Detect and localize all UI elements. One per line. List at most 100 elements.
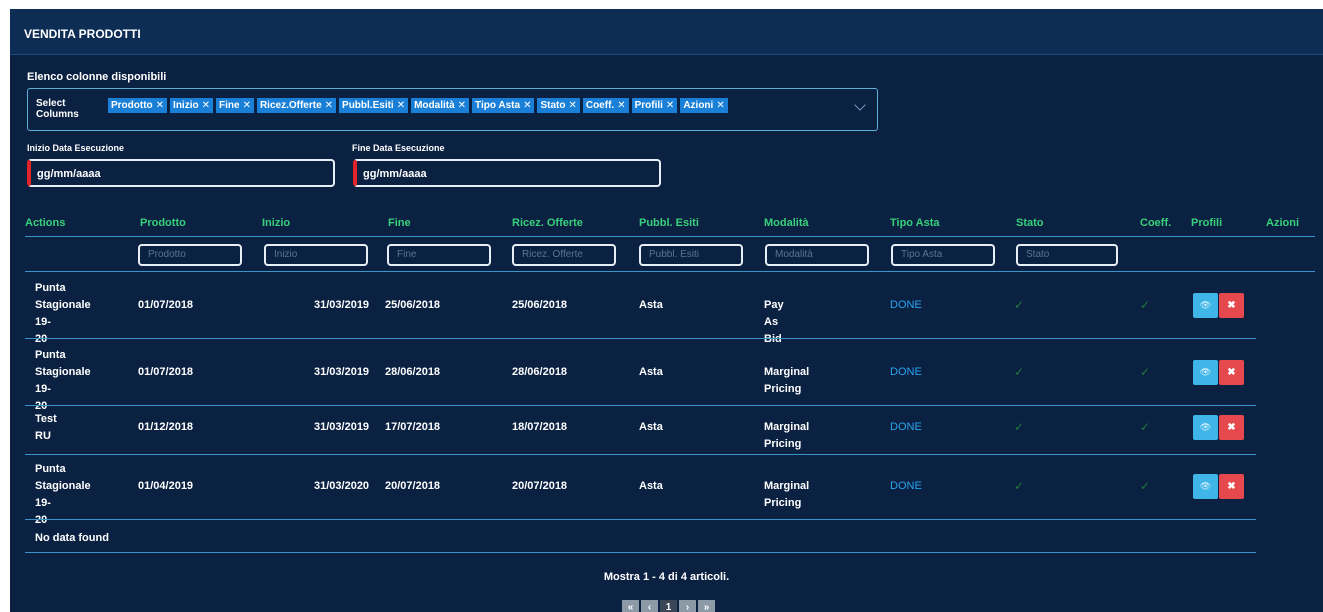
column-header[interactable]: Fine (388, 217, 411, 229)
prev-page-button[interactable]: ‹ (641, 600, 658, 612)
row-name-line: RU (35, 430, 51, 442)
row-name-line: Test (35, 413, 57, 425)
column-filter-input[interactable]: Modalità (765, 244, 869, 266)
column-tag[interactable]: Ricez.Offerte ✕ (256, 98, 337, 113)
close-icon[interactable]: ✕ (243, 100, 251, 111)
delete-icon[interactable]: ✖ (1219, 359, 1244, 385)
close-icon[interactable]: ✕ (666, 100, 674, 111)
close-icon[interactable]: ✕ (397, 100, 405, 111)
status-done: DONE (890, 479, 922, 492)
columns-multiselect[interactable]: Select Columns Prodotto ✕ Inizio ✕ Fine ✕ Rice… (27, 88, 878, 131)
column-header[interactable]: Azioni (1266, 217, 1299, 229)
column-filter-input[interactable]: Pubbl. Esiti (639, 244, 743, 266)
close-icon[interactable]: ✕ (716, 100, 724, 111)
column-header[interactable]: Actions (25, 217, 65, 229)
row-divider (25, 405, 1256, 406)
selected-column-tags: Prodotto ✕ Inizio ✕ Fine ✕ Ricez.Offerte ✕ Pubbl… (108, 98, 728, 113)
cell-ricez: 28/06/2018 (512, 365, 568, 378)
row-name-line: Punta (35, 349, 66, 361)
cell-modalita: Marginal Pricing (764, 479, 810, 509)
current-page-button[interactable]: 1 (660, 600, 677, 612)
column-tag[interactable]: Tipo Asta ✕ (472, 98, 535, 113)
eye-icon[interactable]: 👁 (1193, 473, 1218, 499)
close-icon[interactable]: ✕ (523, 100, 531, 111)
row-name-line: Stagionale 19- (35, 480, 91, 509)
column-tag[interactable]: Inizio ✕ (170, 98, 213, 113)
pagination-summary: Mostra 1 - 4 di 4 articoli. (603, 571, 730, 583)
cell-prodotto: 01/12/2018 (138, 421, 194, 433)
eye-icon[interactable]: 👁 (1193, 359, 1218, 385)
column-tag[interactable]: Pubbl.Esiti ✕ (339, 98, 409, 113)
column-header[interactable]: Coeff. (1140, 217, 1171, 229)
column-tag-label: Fine (219, 100, 240, 111)
delete-icon[interactable]: ✖ (1219, 292, 1244, 318)
column-header[interactable]: Pubbl. Esiti (639, 217, 699, 229)
column-filter-input[interactable]: Inizio (264, 244, 368, 266)
column-tag[interactable]: Azioni ✕ (680, 98, 728, 113)
main-panel: VENDITA PRODOTTI Elenco colonne disponib… (10, 9, 1323, 612)
column-filter-input[interactable]: Ricez. Offerte (512, 244, 616, 266)
first-page-button[interactable]: « (622, 600, 639, 612)
column-header[interactable]: Stato (1016, 217, 1044, 229)
end-date-label: Fine Data Esecuzione (352, 143, 445, 153)
close-icon[interactable]: ✕ (458, 100, 466, 111)
column-tag[interactable]: Fine ✕ (216, 98, 254, 113)
column-tag[interactable]: Stato ✕ (537, 98, 580, 113)
column-filter-input[interactable]: Tipo Asta (891, 244, 995, 266)
cell-pubbl: Asta (639, 421, 663, 433)
cell-inizio: 31/03/2019 (314, 421, 370, 433)
delete-icon[interactable]: ✖ (1219, 415, 1244, 440)
row-name-line: Stagionale 19- (35, 366, 91, 395)
column-tag-label: Tipo Asta (475, 100, 521, 111)
page-title: VENDITA PRODOTTI (24, 27, 141, 41)
column-filter-input[interactable]: Fine (387, 244, 491, 266)
close-icon[interactable]: ✕ (325, 100, 333, 111)
header-divider (25, 236, 1315, 237)
column-header[interactable]: Prodotto (140, 217, 186, 229)
close-icon[interactable]: ✕ (156, 100, 164, 111)
pagination: « ‹ 1 › » (622, 600, 715, 612)
filter-divider (25, 271, 1315, 272)
start-date-input[interactable]: gg/mm/aaaa (27, 159, 335, 187)
panel-header: VENDITA PRODOTTI (10, 9, 1323, 55)
check-icon: ✓ (1014, 420, 1025, 434)
column-tag[interactable]: Coeff. ✕ (582, 98, 629, 113)
cell-fine: 20/07/2018 (385, 479, 441, 492)
select-columns-label: Select Columns (36, 98, 79, 120)
close-icon[interactable]: ✕ (568, 100, 576, 111)
column-tag-label: Modalità (414, 100, 455, 111)
close-icon[interactable]: ✕ (617, 100, 625, 111)
column-tag-label: Profili (634, 100, 663, 111)
end-date-input[interactable]: gg/mm/aaaa (353, 159, 661, 187)
cell-ricez: 18/07/2018 (512, 421, 568, 433)
row-name-line: 20 (35, 333, 48, 345)
row-divider (25, 519, 1256, 520)
last-page-button[interactable]: » (698, 600, 715, 612)
column-tag[interactable]: Prodotto ✕ (108, 98, 168, 113)
row-name-line: Punta (35, 463, 66, 475)
cell-inizio: 31/03/2020 (314, 479, 370, 492)
chevron-down-icon[interactable] (854, 99, 866, 111)
delete-icon[interactable]: ✖ (1219, 473, 1244, 499)
column-tag[interactable]: Profili ✕ (631, 98, 678, 113)
cell-pubbl: Asta (639, 365, 663, 378)
column-tag-label: Inizio (173, 100, 199, 111)
column-tag-label: Azioni (683, 100, 714, 111)
eye-icon[interactable]: 👁 (1193, 415, 1218, 440)
column-filter-input[interactable]: Prodotto (138, 244, 242, 266)
column-header[interactable]: Tipo Asta (890, 217, 940, 229)
column-header[interactable]: Ricez. Offerte (512, 217, 583, 229)
start-date-label: Inizio Data Esecuzione (27, 143, 125, 153)
cell-inizio: 31/03/2019 (314, 365, 370, 378)
next-page-button[interactable]: › (679, 600, 696, 612)
cell-prodotto: 01/07/2018 (138, 365, 194, 378)
eye-icon[interactable]: 👁 (1193, 292, 1218, 318)
cell-modalita: Marginal Pricing (764, 365, 810, 395)
column-header[interactable]: Inizio (262, 217, 290, 229)
column-header[interactable]: Modalità (764, 217, 809, 229)
cell-modalita: Pay As Bid (764, 298, 784, 345)
column-header[interactable]: Profili (1191, 217, 1222, 229)
column-tag[interactable]: Modalità ✕ (411, 98, 470, 113)
column-filter-input[interactable]: Stato (1016, 244, 1118, 266)
close-icon[interactable]: ✕ (202, 100, 210, 111)
